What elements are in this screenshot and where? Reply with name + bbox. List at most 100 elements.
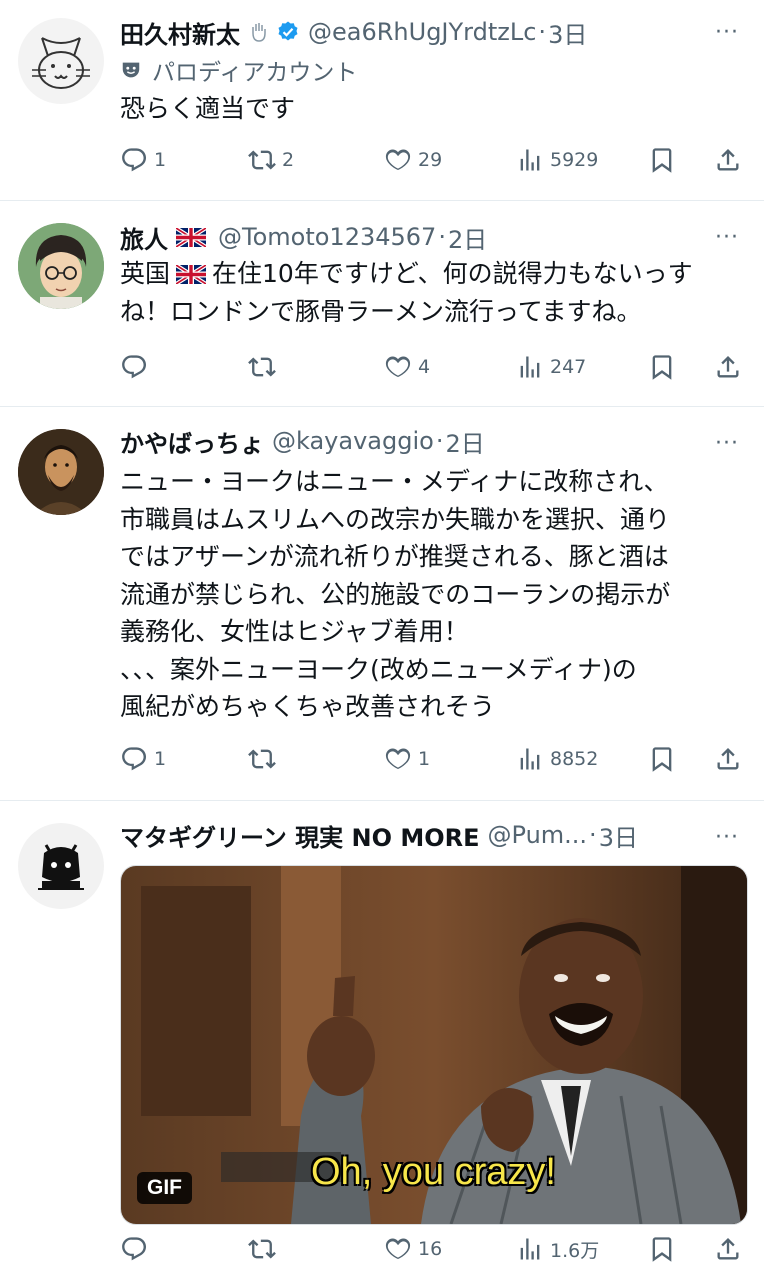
views-button[interactable]: 1.6万 <box>516 1229 599 1269</box>
repost-icon <box>248 1235 276 1263</box>
views-count: 5929 <box>550 149 599 171</box>
repost-button[interactable] <box>248 347 282 387</box>
reply-button[interactable] <box>120 1229 154 1269</box>
like-button[interactable]: 29 <box>384 140 442 180</box>
handle[interactable]: @ea6RhUgJYrdtzLc <box>308 18 536 46</box>
views-icon <box>516 745 544 773</box>
views-count: 1.6万 <box>550 1239 600 1262</box>
share-button[interactable] <box>714 347 742 387</box>
bookmark-button[interactable] <box>648 347 676 387</box>
views-icon <box>516 146 544 174</box>
tweet-header: かやばっちょ @kayavaggio · 2日 <box>120 423 694 459</box>
tweet-text-line: 英国 在住10年ですけど、何の説得力もないっす <box>120 255 736 293</box>
display-name[interactable]: かやばっちょ <box>120 424 264 459</box>
handle[interactable]: @Tomoto1234567 <box>218 223 436 251</box>
repost-button[interactable] <box>248 739 282 779</box>
action-bar: 1 2 29 5929 <box>120 140 744 180</box>
parody-label-text: パロディアカウント <box>152 60 358 86</box>
parody-label: パロディアカウント <box>120 54 357 86</box>
views-button[interactable]: 8852 <box>516 739 598 779</box>
bookmark-icon <box>648 745 676 773</box>
reply-count: 1 <box>154 149 167 171</box>
repost-count: 2 <box>282 149 295 171</box>
like-icon <box>384 353 412 381</box>
more-options-icon[interactable]: ··· <box>710 20 744 45</box>
gif-badge: GIF <box>137 1172 192 1204</box>
repost-icon <box>248 353 276 381</box>
separator-dot: · <box>438 223 446 251</box>
tweet-4[interactable]: マタギグリーン 現実 NO MORE @Pum... · 3日 ··· Oh, … <box>0 801 764 1280</box>
more-options-icon[interactable]: ··· <box>710 225 744 250</box>
handle[interactable]: @Pum... <box>488 821 588 849</box>
repost-button[interactable]: 2 <box>248 140 294 180</box>
separator-dot: · <box>589 821 597 849</box>
share-icon <box>714 353 742 381</box>
uk-flag-icon <box>176 228 206 247</box>
reply-icon <box>120 745 148 773</box>
reply-button[interactable] <box>120 347 154 387</box>
tweet-header: 旅人 @Tomoto1234567 · 2日 <box>120 219 694 255</box>
repost-icon <box>248 146 276 174</box>
text-segment: 在住10年ですけど、何の説得力もないっす <box>212 259 693 288</box>
views-button[interactable]: 5929 <box>516 140 598 180</box>
share-icon <box>714 1235 742 1263</box>
tweet-header: マタギグリーン 現実 NO MORE @Pum... · 3日 <box>120 817 694 853</box>
uk-flag-icon <box>176 265 206 284</box>
display-name[interactable]: 旅人 <box>120 220 168 255</box>
share-icon <box>714 745 742 773</box>
share-button[interactable] <box>714 1229 742 1269</box>
share-button[interactable] <box>714 140 742 180</box>
like-button[interactable]: 4 <box>384 347 430 387</box>
display-name[interactable]: マタギグリーン 現実 NO MORE <box>120 818 480 853</box>
reply-icon <box>120 353 148 381</box>
like-count: 16 <box>418 1238 443 1260</box>
avatar[interactable] <box>18 18 104 104</box>
hand-emoji-icon <box>252 23 266 42</box>
bookmark-button[interactable] <box>648 739 676 779</box>
repost-icon <box>248 745 276 773</box>
action-bar: 4 247 <box>120 347 744 387</box>
like-icon <box>384 146 412 174</box>
more-options-icon[interactable]: ··· <box>710 431 744 456</box>
timestamp[interactable]: 3日 <box>599 818 638 853</box>
gif-media[interactable]: Oh, you crazy! GIF <box>120 865 748 1225</box>
bookmark-button[interactable] <box>648 140 676 180</box>
separator-dot: · <box>435 427 444 455</box>
timestamp[interactable]: 3日 <box>548 15 587 50</box>
tweet-2[interactable]: 旅人 @Tomoto1234567 · 2日 ··· 英国 在住10年ですけど、何… <box>0 201 764 406</box>
text-segment: 英国 <box>120 259 171 288</box>
avatar[interactable] <box>18 429 104 515</box>
timestamp[interactable]: 2日 <box>445 424 484 459</box>
timestamp[interactable]: 2日 <box>448 220 487 255</box>
like-button[interactable]: 16 <box>384 1229 442 1269</box>
tweet-3[interactable]: かやばっちょ @kayavaggio · 2日 ··· ニュー・ヨークはニュー・… <box>0 407 764 800</box>
portrait-painting-avatar-icon <box>18 429 104 515</box>
tweet-text-line: ね！ロンドンで豚骨ラーメン流行ってますね。 <box>120 296 642 326</box>
views-icon <box>516 1235 544 1263</box>
bookmark-button[interactable] <box>648 1229 676 1269</box>
display-name[interactable]: 田久村新太 <box>120 15 240 50</box>
share-icon <box>714 146 742 174</box>
repost-button[interactable] <box>248 1229 282 1269</box>
character-drawing-avatar-icon <box>38 844 84 890</box>
handle[interactable]: @kayavaggio <box>272 427 434 455</box>
verified-badge-icon <box>278 21 298 41</box>
anime-boy-avatar-icon <box>18 223 104 309</box>
gif-caption: Oh, you crazy! <box>311 1151 556 1193</box>
reply-button[interactable]: 1 <box>120 140 166 180</box>
views-count: 8852 <box>550 748 599 770</box>
like-icon <box>384 745 412 773</box>
avatar[interactable] <box>18 823 104 909</box>
avatar[interactable] <box>18 223 104 309</box>
views-button[interactable]: 247 <box>516 347 586 387</box>
reply-button[interactable]: 1 <box>120 739 166 779</box>
tweet-header: 田久村新太 @ea6RhUgJYrdtzLc · 3日 <box>120 14 694 50</box>
tweet-text: 英国 在住10年ですけど、何の説得力もないっす ね！ロンドンで豚骨ラーメン流行って… <box>120 255 736 330</box>
like-count: 29 <box>418 149 443 171</box>
like-button[interactable]: 1 <box>384 739 430 779</box>
bookmark-icon <box>648 353 676 381</box>
share-button[interactable] <box>714 739 742 779</box>
tweet-text: 恐らく適当です <box>120 94 296 123</box>
tweet-1[interactable]: 田久村新太 @ea6RhUgJYrdtzLc · 3日 ··· パロディアカウン… <box>0 0 764 200</box>
more-options-icon[interactable]: ··· <box>710 825 744 850</box>
